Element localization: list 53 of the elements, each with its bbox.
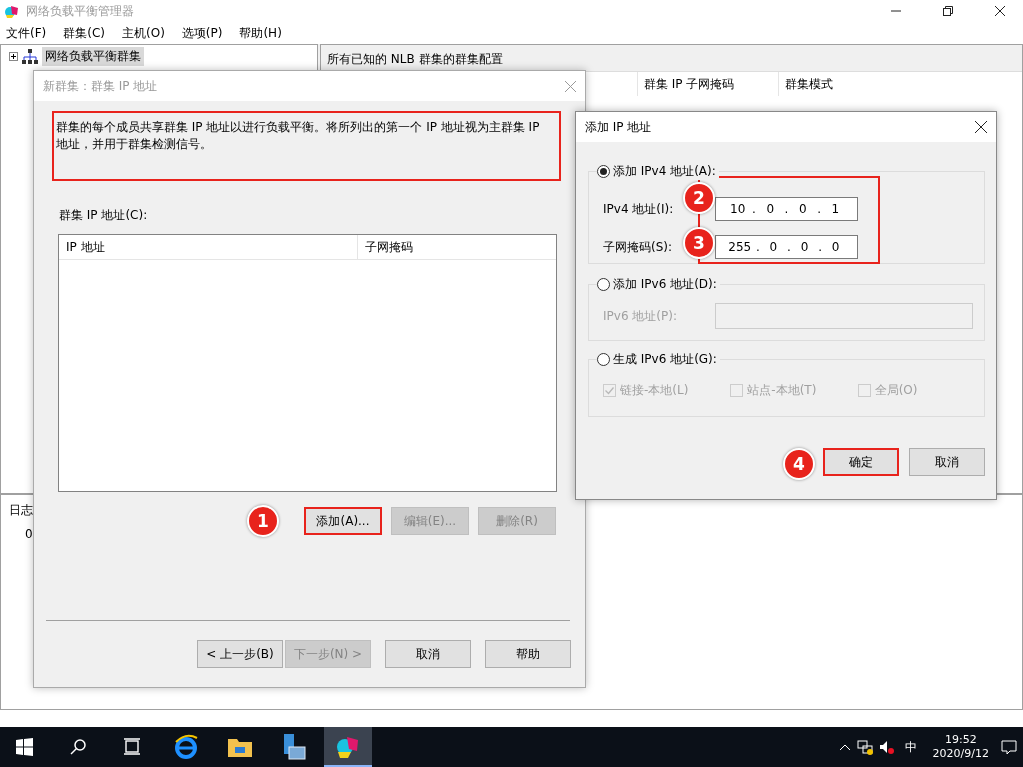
notification-icon[interactable]	[1001, 739, 1017, 755]
field-label: IPv6 地址(P):	[603, 307, 677, 325]
dialog-button[interactable]: 帮助	[485, 640, 571, 668]
column-header[interactable]: 群集模式	[778, 72, 919, 96]
menu-item[interactable]: 群集(C)	[63, 24, 105, 42]
cluster-icon	[21, 48, 39, 65]
browser-icon	[173, 734, 199, 760]
network-icon[interactable]	[856, 739, 873, 755]
step-badge: 3	[683, 227, 715, 259]
column-header[interactable]: IP 地址	[59, 235, 358, 259]
close-icon[interactable]	[995, 6, 1005, 16]
step-badge: 2	[683, 182, 715, 214]
window-title: 网络负载平衡管理器	[26, 2, 134, 20]
dialog-title: 添加 IP 地址	[585, 118, 652, 136]
pane-heading: 所有已知的 NLB 群集的群集配置	[321, 45, 1022, 72]
expand-icon[interactable]	[9, 52, 18, 61]
column-header[interactable]: 子网掩码	[358, 235, 552, 259]
dialog-button[interactable]: < 上一步(B)	[197, 640, 283, 668]
menu-item[interactable]: 帮助(H)	[239, 24, 282, 42]
restore-icon[interactable]	[943, 6, 953, 16]
step-badge: 1	[247, 505, 279, 537]
ip-input-field[interactable]: 10 . 0 . 0 . 1	[715, 197, 858, 221]
app-icon	[4, 3, 20, 19]
field-label: IPv4 地址(I):	[603, 200, 674, 218]
folder-icon	[227, 736, 253, 758]
dialog-title: 新群集：群集 IP 地址	[43, 77, 158, 95]
menu-item[interactable]: 选项(P)	[181, 24, 223, 42]
ip-input-field[interactable]: 255 . 0 . 0 . 0	[715, 235, 858, 259]
menu-item[interactable]: 文件(F)	[6, 24, 47, 42]
field-label: 子网掩码(S):	[603, 238, 673, 256]
radio-button[interactable]	[597, 352, 610, 366]
chevron-up-icon[interactable]	[838, 743, 851, 751]
ipv6-input-field[interactable]	[715, 303, 973, 329]
ip-address-list[interactable]: IP 地址 子网掩码	[58, 234, 557, 492]
clock[interactable]: 19:52 2020/9/12	[932, 733, 989, 761]
dialog-button[interactable]: 确定	[823, 448, 899, 476]
radio-button[interactable]	[597, 164, 610, 178]
taskbar-app[interactable]	[324, 727, 372, 767]
log-entry: 0	[25, 527, 33, 541]
description-text: 群集的每个成员共享群集 IP 地址以进行负载平衡。将所列出的第一个 IP 地址视为主群集 IP 地址，并用于群集检测信号。	[52, 111, 561, 181]
field-label: 群集 IP 地址(C):	[59, 207, 149, 223]
column-header[interactable]: 群集 IP 子网掩码	[637, 72, 778, 96]
dialog-button[interactable]: 取消	[385, 640, 471, 668]
server-icon	[281, 733, 307, 761]
close-icon[interactable]	[975, 121, 987, 133]
tree-item[interactable]: 网络负载平衡群集	[42, 47, 144, 66]
dialog-button[interactable]: 取消	[909, 448, 985, 476]
input-method-indicator[interactable]: 中	[904, 738, 917, 756]
step-badge: 4	[783, 448, 815, 480]
menu-item[interactable]: 主机(O)	[122, 24, 165, 42]
column-header[interactable]: 日志	[9, 503, 33, 517]
dialog-button[interactable]: 添加(A)...	[304, 507, 382, 535]
volume-icon[interactable]	[878, 739, 895, 755]
